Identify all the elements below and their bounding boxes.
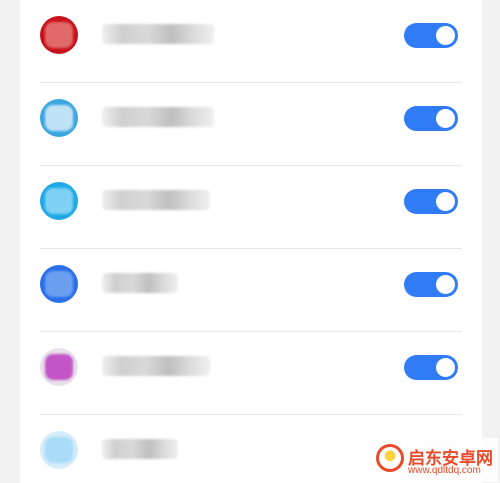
toggle-knob bbox=[436, 192, 455, 211]
app-name-blurred bbox=[102, 190, 210, 210]
app-name-blurred bbox=[102, 273, 178, 293]
app-icon-pale-blue bbox=[40, 431, 78, 469]
app-icon-lightblue bbox=[40, 99, 78, 137]
list-item[interactable] bbox=[20, 83, 482, 166]
app-toggle-switch[interactable] bbox=[404, 189, 458, 214]
list-item[interactable] bbox=[20, 249, 482, 332]
app-icon-pink bbox=[40, 348, 78, 386]
toggle-knob bbox=[436, 358, 455, 377]
app-name-blurred bbox=[102, 439, 178, 459]
toggle-knob bbox=[436, 275, 455, 294]
list-item[interactable] bbox=[20, 332, 482, 415]
toggle-knob bbox=[436, 109, 455, 128]
app-toggle-switch[interactable] bbox=[404, 106, 458, 131]
app-toggle-switch[interactable] bbox=[404, 23, 458, 48]
watermark: 启东安卓网 www.qdltdq.com bbox=[372, 438, 498, 482]
list-item[interactable] bbox=[20, 166, 482, 249]
app-icon-red bbox=[40, 16, 78, 54]
toggle-knob bbox=[436, 26, 455, 45]
app-name-blurred bbox=[102, 356, 210, 376]
list-item[interactable] bbox=[20, 0, 482, 83]
app-permission-list bbox=[20, 0, 482, 483]
app-icon-cyan bbox=[40, 182, 78, 220]
app-name-blurred bbox=[102, 107, 214, 127]
app-name-blurred bbox=[102, 24, 214, 44]
app-toggle-switch[interactable] bbox=[404, 355, 458, 380]
app-icon-blue bbox=[40, 265, 78, 303]
app-toggle-switch[interactable] bbox=[404, 272, 458, 297]
watermark-url: www.qdltdq.com bbox=[408, 465, 481, 476]
watermark-logo-icon bbox=[376, 444, 404, 472]
